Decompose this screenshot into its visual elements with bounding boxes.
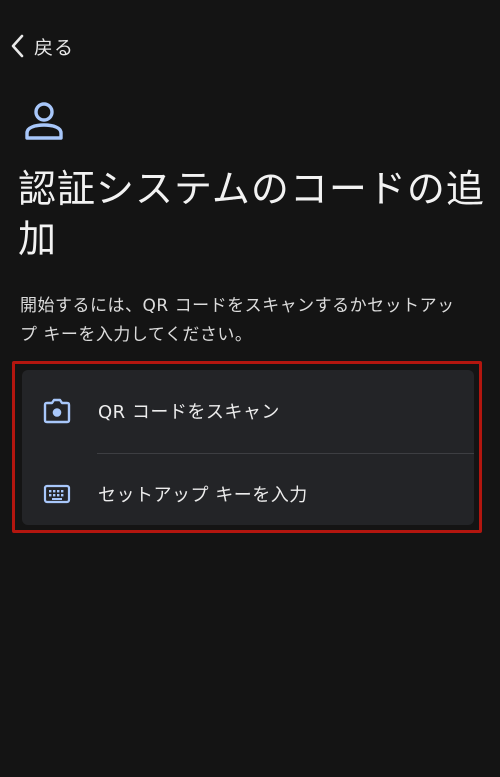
keyboard-icon [42, 479, 72, 509]
person-icon [21, 98, 67, 144]
page-description: 開始するには、QR コードをスキャンするかセットアップ キーを入力してください。 [20, 296, 455, 345]
scan-qr-code-label: QR コードをスキャン [98, 402, 280, 423]
options-card: QR コードをスキャン セットアップ キーを入力 [22, 370, 474, 525]
scan-qr-code-option[interactable]: QR コードをスキャン [22, 372, 474, 450]
options-divider [97, 453, 474, 454]
enter-setup-key-label: セットアップ キーを入力 [98, 485, 308, 506]
back-label: 戻る [34, 36, 75, 59]
options-highlight: QR コードをスキャン セットアップ キーを入力 [12, 361, 482, 533]
back-button[interactable]: 戻る [8, 28, 74, 64]
camera-icon [42, 396, 72, 426]
chevron-left-icon [8, 33, 28, 59]
enter-setup-key-option[interactable]: セットアップ キーを入力 [22, 455, 474, 525]
page-title: 認証システムのコードの追加 [18, 167, 485, 261]
